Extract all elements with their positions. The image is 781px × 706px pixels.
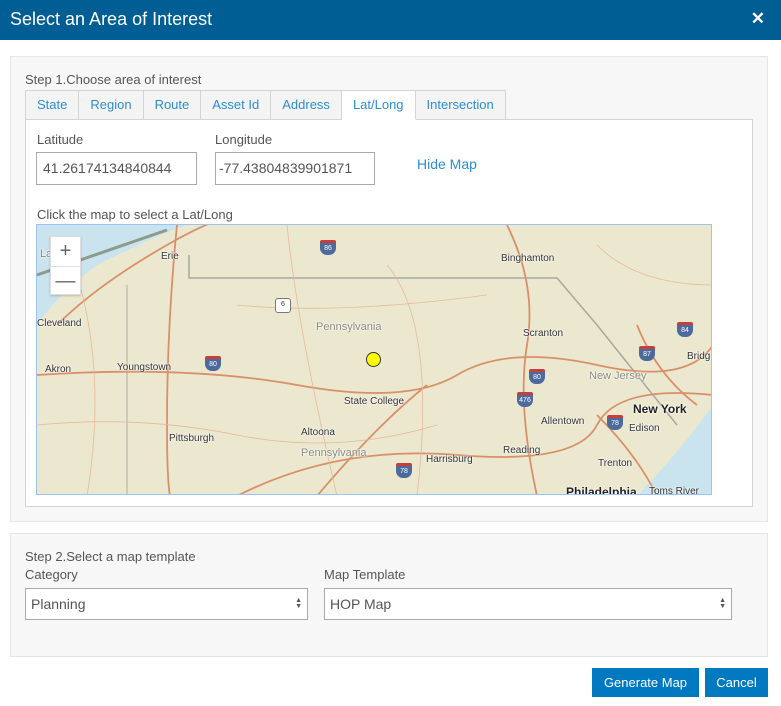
tab-region[interactable]: Region xyxy=(79,90,144,120)
map-place-label: Trenton xyxy=(598,458,633,469)
map-place-label: Youngstown xyxy=(117,362,172,373)
map-place-label: Pittsburgh xyxy=(169,433,215,444)
tab-asset-id[interactable]: Asset Id xyxy=(201,90,272,120)
map-place-label: Akron xyxy=(45,364,72,375)
map-place-label: Reading xyxy=(503,445,541,456)
tab-lat-long[interactable]: Lat/Long xyxy=(341,90,416,120)
map-place-label: Edison xyxy=(629,423,660,434)
map-zoom-control: + — xyxy=(50,236,81,295)
tab-address[interactable]: Address xyxy=(271,90,342,120)
map-place-label: Bridg xyxy=(687,351,711,362)
highway-shield-icon: 80 xyxy=(205,356,221,371)
map-template-value: HOP Map xyxy=(330,596,392,612)
map-place-label: New York xyxy=(633,402,687,416)
highway-shield-icon: 80 xyxy=(529,369,545,384)
map-place-label: Cleveland xyxy=(37,318,82,329)
close-icon[interactable]: ✕ xyxy=(751,9,765,29)
cancel-button[interactable]: Cancel xyxy=(705,668,768,697)
generate-map-button[interactable]: Generate Map xyxy=(592,668,699,697)
highway-shield-icon: 86 xyxy=(320,240,336,255)
highway-shield-icon: 6 xyxy=(275,298,291,313)
map-template-label: Map Template xyxy=(324,567,406,582)
map-place-label: Allentown xyxy=(541,416,585,427)
longitude-label: Longitude xyxy=(215,132,273,147)
step1-label: Step 1.Choose area of interest xyxy=(25,72,202,87)
map-place-label: Altoona xyxy=(301,427,335,438)
area-tabs: State Region Route Asset Id Address Lat/… xyxy=(25,90,506,120)
map-place-label: New Jersey xyxy=(589,370,647,382)
tab-route[interactable]: Route xyxy=(143,90,202,120)
category-label: Category xyxy=(25,567,78,582)
dialog-header: Select an Area of Interest ✕ xyxy=(0,0,781,40)
map[interactable]: Erie Binghamton Cleveland Pennsylvania Scran… xyxy=(36,224,712,495)
category-value: Planning xyxy=(31,596,86,612)
hide-map-link[interactable]: Hide Map xyxy=(417,156,477,172)
latitude-label: Latitude xyxy=(37,132,84,147)
map-place-label: Pennsylvania xyxy=(301,447,367,459)
map-hint: Click the map to select a Lat/Long xyxy=(37,207,233,222)
tab-intersection[interactable]: Intersection xyxy=(415,90,506,120)
step2-label: Step 2.Select a map template xyxy=(25,549,196,564)
tab-state[interactable]: State xyxy=(25,90,80,120)
dialog-title: Select an Area of Interest xyxy=(10,9,213,29)
map-place-label: Pennsylvania xyxy=(316,321,382,333)
map-place-label: Scranton xyxy=(523,328,564,339)
select-arrows-icon: ▲ ▼ xyxy=(295,597,302,610)
highway-shield-icon: 476 xyxy=(517,392,533,407)
map-place-label: Harrisburg xyxy=(426,454,473,465)
map-place-label: Philadelphia xyxy=(566,485,637,495)
latitude-input[interactable]: 41.26174134840844 xyxy=(36,152,197,185)
highway-shield-icon: 87 xyxy=(639,346,655,361)
highway-shield-icon: 78 xyxy=(607,415,623,430)
category-select[interactable]: Planning ▲ ▼ xyxy=(25,588,308,620)
select-arrows-icon: ▲ ▼ xyxy=(719,597,726,610)
highway-shield-icon: 84 xyxy=(677,322,693,337)
map-place-label: Erie xyxy=(161,251,179,262)
location-marker xyxy=(366,352,381,367)
map-place-label: State College xyxy=(344,396,405,407)
zoom-out-button[interactable]: — xyxy=(51,266,80,295)
map-place-label: Binghamton xyxy=(501,253,555,264)
map-place-label: Toms River xyxy=(649,486,700,495)
zoom-in-button[interactable]: + xyxy=(51,237,80,266)
map-template-select[interactable]: HOP Map ▲ ▼ xyxy=(324,588,732,620)
highway-shield-icon: 78 xyxy=(396,463,412,478)
longitude-input[interactable]: -77.43804839901871 xyxy=(215,152,375,185)
